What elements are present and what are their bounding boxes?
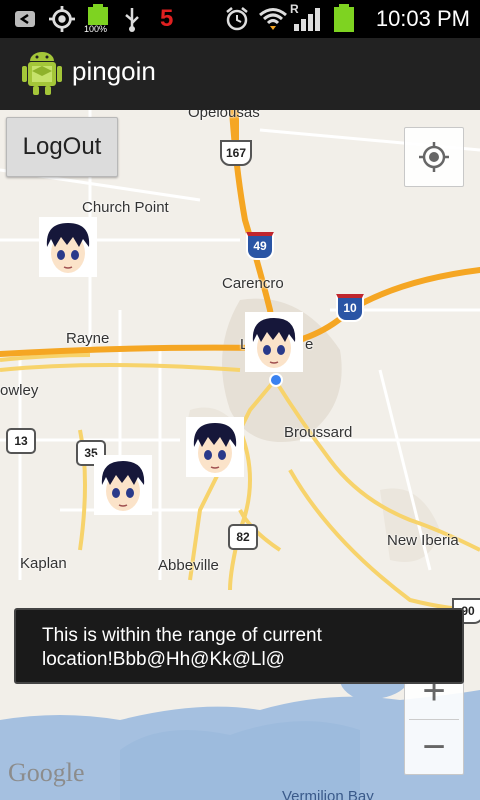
wifi-icon	[259, 8, 287, 30]
toast-line-2: location!Bbb@Hh@Kk@Ll@	[42, 649, 285, 670]
place-rayne: Rayne	[66, 330, 110, 347]
status-bar: 100% 5 R 10:03 PM	[0, 0, 480, 38]
anime-face-icon	[101, 461, 145, 511]
battery-percent-label: 100%	[84, 24, 108, 34]
place-kaplan: Kaplan	[20, 555, 67, 572]
avatar-marker[interactable]	[94, 455, 152, 515]
cell-signal-icon	[294, 8, 320, 31]
i49-label: 49	[253, 239, 267, 253]
battery-full-icon: 100%	[84, 4, 110, 34]
google-attribution: Google	[8, 758, 85, 787]
battery-icon	[332, 4, 356, 34]
avatar-marker[interactable]	[245, 312, 303, 372]
alarm-icon	[226, 7, 248, 31]
la13-shield: 13	[6, 428, 36, 454]
action-bar: pingoin	[0, 38, 480, 112]
place-broussard: Broussard	[284, 424, 353, 441]
place-abbeville: Abbeville	[158, 557, 219, 574]
anime-face-icon	[252, 318, 296, 368]
i49-shield: 49	[246, 232, 274, 260]
my-location-button[interactable]	[404, 127, 464, 187]
toast-message: This is within the range of current loca…	[14, 608, 464, 684]
avatar-marker[interactable]	[39, 217, 97, 277]
la13-label: 13	[14, 434, 28, 448]
place-carencro: Carencro	[222, 275, 284, 292]
toast-line-1: This is within the range of current	[42, 625, 322, 646]
place-opelousas: Opelousas	[188, 110, 260, 121]
usb-icon	[125, 8, 139, 32]
i10-shield: 10	[336, 294, 364, 322]
map-view[interactable]: 167 49 10 13 35 82 90 Opelousas Church P…	[0, 110, 480, 800]
android-app-icon	[22, 52, 62, 95]
zoom-out-button[interactable]: −	[405, 720, 463, 774]
avatar-marker[interactable]	[186, 417, 244, 477]
anime-face-icon	[193, 423, 237, 473]
us167-label: 167	[225, 146, 247, 160]
place-church-point: Church Point	[82, 199, 169, 216]
crosshair-icon	[419, 142, 449, 172]
gps-icon	[49, 6, 75, 32]
anime-face-icon	[46, 223, 90, 273]
logout-button[interactable]: LogOut	[6, 117, 118, 177]
current-location-dot	[269, 373, 283, 387]
us167-shield: 167	[220, 140, 252, 166]
i10-label: 10	[343, 301, 357, 315]
app-title: pingoin	[72, 56, 156, 86]
status-time: 10:03 PM	[375, 6, 470, 31]
place-lafayette-tail: e	[305, 336, 314, 353]
back-notification-icon	[15, 11, 35, 27]
notification-count: 5	[160, 5, 174, 32]
la82-shield: 82	[228, 524, 258, 550]
la82-label: 82	[236, 530, 250, 544]
place-crowley: owley	[0, 382, 39, 399]
place-new-iberia: New Iberia	[387, 532, 459, 549]
place-vermilion-bay: Vermilion Bay	[282, 788, 374, 800]
